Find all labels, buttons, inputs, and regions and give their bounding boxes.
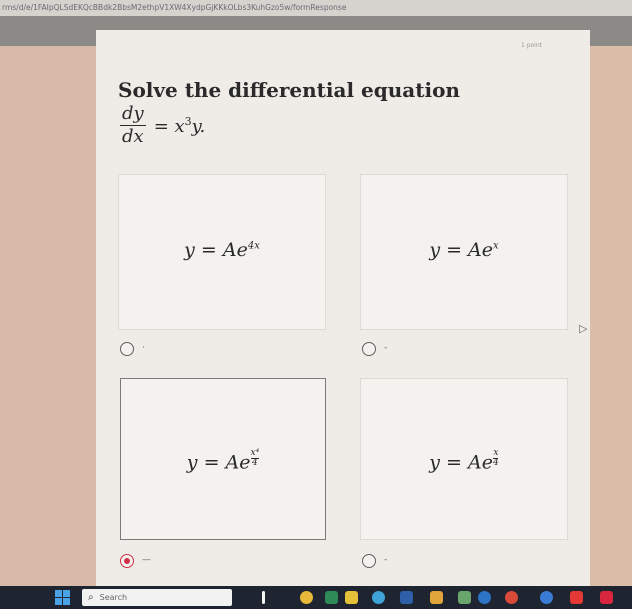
search-icon: ⌕ [88, 592, 94, 603]
app-icon-2[interactable] [325, 591, 338, 604]
taskbar: ⌕ Search [0, 586, 632, 609]
option-3-exponent-fraction: x⁴ 4 [250, 449, 260, 468]
equation-rhs: = x3y. [154, 115, 205, 137]
option-formula-1: y = Ae4x [119, 239, 325, 261]
netflix-icon[interactable] [600, 591, 613, 604]
rhs-tail: y. [191, 116, 206, 137]
option-formula-2: y = Aex [361, 239, 567, 261]
option-1-prefix: y = Ae [184, 239, 248, 261]
option-4-label: - [384, 555, 388, 565]
option-2-radio[interactable] [362, 342, 376, 356]
option-4-exp-den: 4 [492, 458, 499, 468]
chrome-icon[interactable] [505, 591, 518, 604]
option-4-prefix: y = Ae [429, 451, 493, 474]
store-icon[interactable] [400, 591, 413, 604]
app-icon-6[interactable] [540, 591, 553, 604]
derivative-fraction: dy dx [120, 104, 146, 148]
mouse-pointer-icon: ▷ [579, 322, 588, 335]
file-explorer-icon[interactable] [345, 591, 358, 604]
points-label: 1 point [520, 42, 542, 49]
fraction-denominator: dx [122, 126, 144, 147]
option-3-label: — [142, 555, 151, 565]
option-formula-4: y = Ae x 4 [361, 449, 567, 474]
option-3-radio[interactable] [120, 554, 134, 568]
option-2-exponent: x [493, 240, 499, 252]
question-equation: dy dx = x3y. [120, 104, 205, 148]
option-image-2[interactable]: y = Aex [360, 174, 568, 330]
rhs-base: = x [153, 116, 185, 137]
address-bar[interactable]: rms/d/e/1FAIpQLSdEKQcBBdk2BbsM2ethpV1XW4… [0, 0, 632, 16]
form-background-left [0, 46, 96, 586]
option-2-label: - [384, 343, 388, 353]
form-background-right [590, 46, 632, 586]
edge-icon[interactable] [372, 591, 385, 604]
app-icon-1[interactable] [300, 591, 313, 604]
windows-start-icon[interactable] [55, 590, 70, 605]
rhs-exponent: 3 [184, 115, 192, 128]
option-4-radio[interactable] [362, 554, 376, 568]
app-icon-3[interactable] [430, 591, 443, 604]
task-view-icon[interactable] [262, 591, 265, 604]
app-icon-5[interactable] [478, 591, 491, 604]
option-image-1[interactable]: y = Ae4x [118, 174, 326, 330]
fraction-numerator: dy [120, 103, 146, 126]
option-1-radio[interactable] [120, 342, 134, 356]
app-icon-4[interactable] [458, 591, 471, 604]
option-3-prefix: y = Ae [186, 451, 251, 474]
option-3-exp-den: 4 [251, 458, 258, 468]
option-formula-3: y = Ae x⁴ 4 [121, 449, 325, 473]
option-2-prefix: y = Ae [429, 239, 494, 261]
search-placeholder: Search [99, 593, 128, 602]
option-4-exponent-fraction: x4 [493, 449, 499, 468]
option-1-label: · [142, 343, 145, 353]
option-image-3[interactable]: y = Ae x⁴ 4 [120, 378, 326, 540]
youtube-icon[interactable] [570, 591, 583, 604]
question-card: 1 point Solve the differential equation … [96, 30, 590, 586]
option-1-exponent: 4x [247, 240, 260, 252]
taskbar-search[interactable]: ⌕ Search [82, 589, 232, 606]
question-prompt: Solve the differential equation [118, 78, 460, 102]
option-image-4[interactable]: y = Ae x 4 [360, 378, 568, 540]
